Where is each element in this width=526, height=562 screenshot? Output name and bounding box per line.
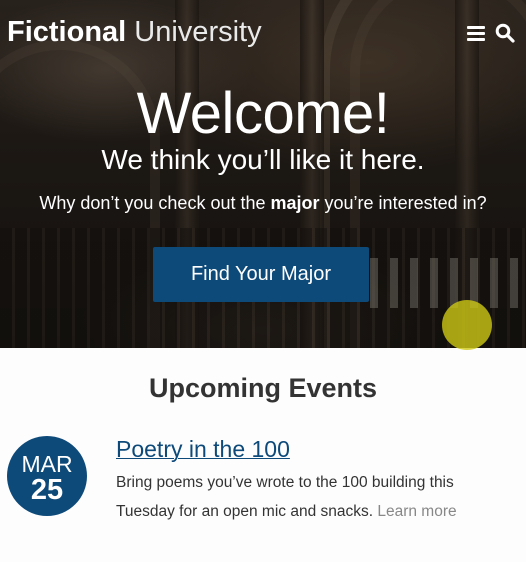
hero-subheading: We think you’ll like it here. [101, 144, 425, 175]
menu-icon[interactable] [467, 25, 485, 41]
brand-name-light: University [134, 16, 262, 48]
cursor-highlight [442, 300, 492, 350]
brand-name-bold: Fictional [7, 16, 127, 48]
search-icon[interactable] [495, 23, 515, 43]
hero-banner: Fictional University Welcome! We think y… [0, 0, 526, 348]
learn-more-link[interactable]: Learn more [377, 503, 456, 520]
site-logo[interactable]: Fictional University [7, 16, 262, 49]
hero-prompt: Why don’t you check out the major you’re… [0, 193, 526, 214]
hero-prompt-after: you’re interested in? [319, 193, 487, 213]
upcoming-events-heading: Upcoming Events [148, 373, 378, 403]
hero-prompt-bold: major [270, 193, 320, 213]
event-date-badge: MAR 25 [7, 436, 87, 516]
hero-heading: Welcome! [136, 81, 390, 146]
hero-prompt-before: Why don’t you check out the [39, 193, 271, 213]
event-month: MAR [21, 451, 73, 477]
event-title-link[interactable]: Poetry in the 100 [116, 436, 290, 463]
find-your-major-button[interactable]: Find Your Major [153, 247, 369, 302]
event-day: 25 [30, 474, 64, 506]
event-description: Bring poems you’ve wrote to the 100 buil… [116, 468, 496, 526]
